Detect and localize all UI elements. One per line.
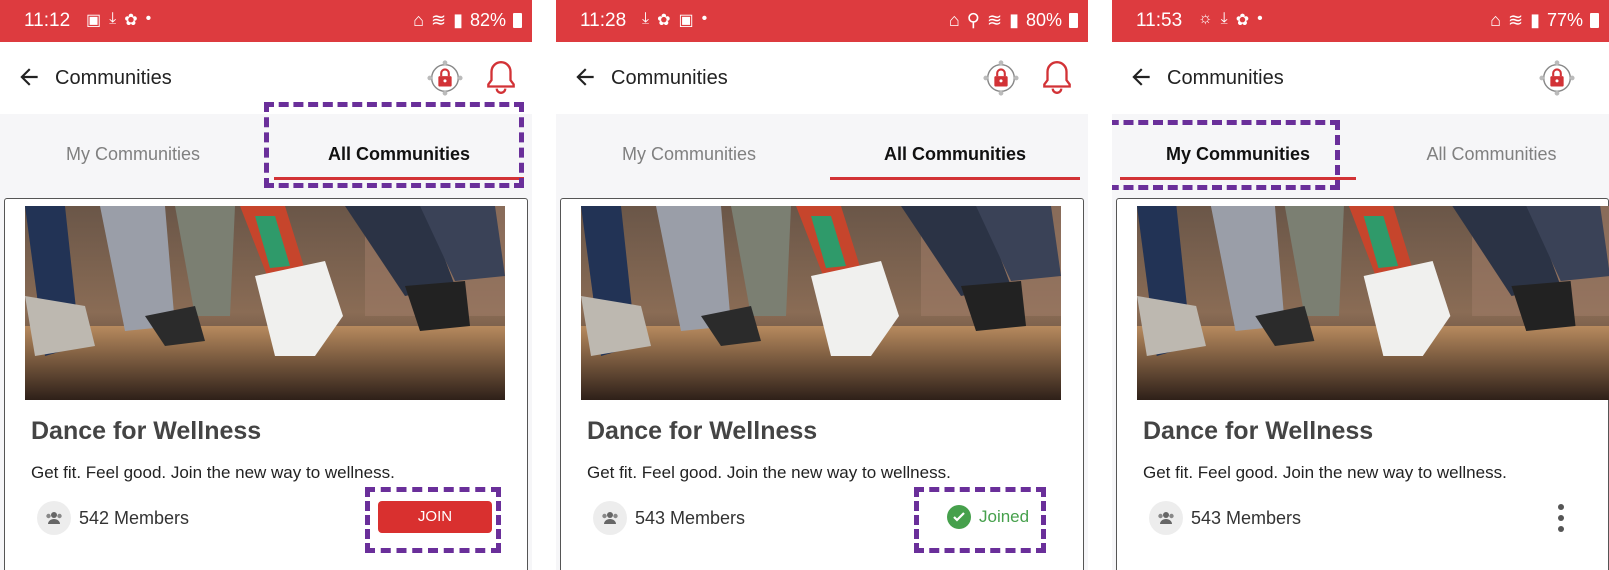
members-count: 543 Members xyxy=(1191,507,1302,528)
community-cover-image xyxy=(1137,206,1609,400)
dance-photo-illustration xyxy=(581,206,1061,400)
tab-all-communities[interactable]: All Communities xyxy=(1374,114,1609,194)
community-cover-image xyxy=(581,206,1061,400)
secure-folder-icon: ⌂ xyxy=(948,10,960,30)
members-group-icon xyxy=(1149,501,1183,535)
members-row: 543 Members xyxy=(593,501,745,535)
community-title: Dance for Wellness xyxy=(1143,417,1374,445)
dot-notification-icon: • xyxy=(145,10,152,27)
battery-percent: 82% xyxy=(469,10,506,30)
members-row: 543 Members xyxy=(1149,501,1301,535)
phone-screen-1: 11:12 ▣ ⤓ ✿ • ⌂ ≋ ▮ 82% Communities My C… xyxy=(0,0,532,570)
battery-icon xyxy=(1590,13,1599,28)
lock-icon[interactable] xyxy=(1538,59,1576,97)
status-bar: 11:12 ▣ ⤓ ✿ • ⌂ ≋ ▮ 82% xyxy=(0,0,532,42)
members-row: 542 Members xyxy=(37,501,189,535)
community-description: Get fit. Feel good. Join the new way to … xyxy=(31,463,395,482)
status-bar: 11:28 ⤓ ✿ ▣ • ⌂ ⚲ ≋ ▮ 80% xyxy=(556,0,1088,42)
battery-percent: 77% xyxy=(1546,10,1583,30)
wifi-icon: ≋ xyxy=(430,10,447,30)
bell-icon[interactable] xyxy=(484,58,518,96)
signal-icon: ▮ xyxy=(1009,10,1019,30)
app-bar: Communities xyxy=(1112,42,1609,114)
secure-folder-icon: ⌂ xyxy=(1490,10,1501,30)
page-title: Communities xyxy=(1167,67,1284,89)
community-title: Dance for Wellness xyxy=(587,417,818,445)
app-notification-icon: ✿ xyxy=(657,12,671,29)
community-description: Get fit. Feel good. Join the new way to … xyxy=(587,463,951,482)
members-count: 543 Members xyxy=(635,507,746,528)
community-tabs: My Communities All Communities xyxy=(556,114,1088,194)
dance-photo-illustration xyxy=(1137,206,1609,400)
app-bar: Communities xyxy=(556,42,1088,114)
back-arrow-icon[interactable] xyxy=(1128,64,1154,90)
download-notification-icon: ⤓ xyxy=(109,10,117,27)
download-notification-icon: ⤓ xyxy=(1220,10,1228,27)
image-notification-icon: ▣ xyxy=(86,12,102,29)
lock-icon[interactable] xyxy=(426,59,464,97)
back-arrow-icon[interactable] xyxy=(572,64,598,90)
battery-icon xyxy=(1069,13,1078,28)
community-description: Get fit. Feel good. Join the new way to … xyxy=(1143,463,1507,482)
status-bar: 11:53 ☼ ⤓ ✿ • ⌂ ≋ ▮ 77% xyxy=(1112,0,1609,42)
weather-notification-icon: ☼ xyxy=(1198,10,1213,27)
highlight-join-button xyxy=(365,487,501,553)
back-arrow-icon[interactable] xyxy=(16,64,42,90)
battery-percent: 80% xyxy=(1025,10,1062,30)
community-title: Dance for Wellness xyxy=(31,417,262,445)
signal-icon: ▮ xyxy=(453,10,463,30)
wifi-icon: ≋ xyxy=(1507,10,1524,30)
app-notification-icon: ✿ xyxy=(1235,12,1250,29)
page-title: Communities xyxy=(55,67,172,89)
community-card[interactable]: Dance for Wellness Get fit. Feel good. J… xyxy=(1116,198,1609,570)
status-time: 11:53 xyxy=(1136,10,1183,31)
phone-screen-2: 11:28 ⤓ ✿ ▣ • ⌂ ⚲ ≋ ▮ 80% Communities My… xyxy=(556,0,1088,570)
active-tab-indicator xyxy=(830,177,1080,180)
community-cover-image xyxy=(25,206,505,400)
highlight-all-communities-tab xyxy=(264,102,524,188)
dance-photo-illustration xyxy=(25,206,505,400)
battery-icon xyxy=(513,13,522,28)
dot-notification-icon: • xyxy=(701,10,708,27)
dot-notification-icon: • xyxy=(1257,10,1263,27)
members-group-icon xyxy=(37,501,71,535)
app-notification-icon: ✿ xyxy=(124,12,138,29)
highlight-my-communities-tab xyxy=(1112,120,1340,190)
tab-my-communities[interactable]: My Communities xyxy=(556,114,822,194)
secure-folder-icon: ⌂ xyxy=(413,10,424,30)
lock-icon[interactable] xyxy=(982,59,1020,97)
location-icon: ⚲ xyxy=(966,10,980,30)
highlight-joined-status xyxy=(914,487,1046,553)
download-notification-icon: ⤓ xyxy=(642,10,650,27)
wifi-icon: ≋ xyxy=(986,10,1003,30)
signal-icon: ▮ xyxy=(1530,10,1540,30)
tab-all-communities-label: All Communities xyxy=(883,144,1026,164)
page-title: Communities xyxy=(611,67,728,89)
image-notification-icon: ▣ xyxy=(678,12,694,29)
bell-icon[interactable] xyxy=(1040,58,1074,96)
members-group-icon xyxy=(593,501,627,535)
more-options-icon[interactable] xyxy=(1557,503,1565,533)
tab-my-communities[interactable]: My Communities xyxy=(0,114,266,194)
status-time: 11:28 xyxy=(580,10,627,31)
status-time: 11:12 xyxy=(24,10,71,31)
members-count: 542 Members xyxy=(79,507,190,528)
tab-all-communities[interactable]: All Communities xyxy=(822,114,1088,194)
phone-screen-3: 11:53 ☼ ⤓ ✿ • ⌂ ≋ ▮ 77% Communities My C… xyxy=(1112,0,1609,570)
